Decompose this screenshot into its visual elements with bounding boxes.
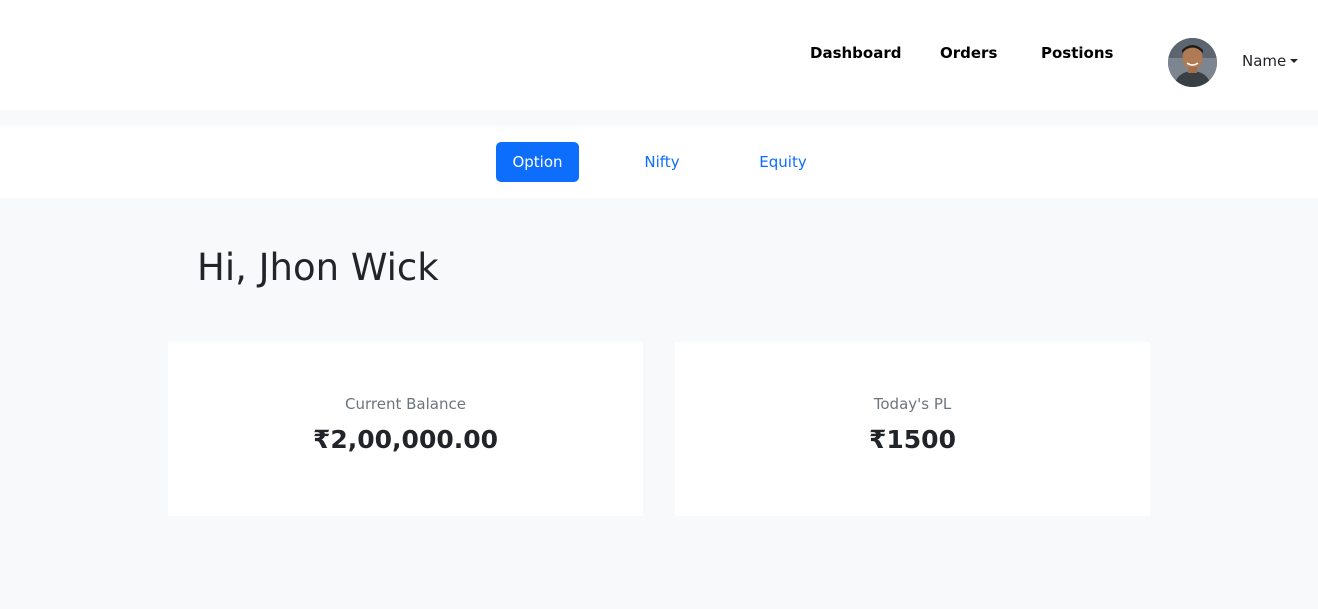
tab-equity[interactable]: Equity (743, 142, 823, 182)
caret-down-icon (1290, 59, 1299, 63)
user-name-label: Name (1242, 52, 1287, 70)
user-avatar-icon (1168, 38, 1217, 87)
user-avatar[interactable] (1168, 38, 1217, 87)
user-name-dropdown[interactable]: Name (1242, 52, 1299, 70)
todays-pl-value: ₹1500 (869, 425, 956, 454)
tab-nifty[interactable]: Nifty (623, 142, 701, 182)
top-navbar: Dashboard Orders Postions Name (0, 0, 1318, 110)
tab-option[interactable]: Option (496, 142, 579, 182)
nav-link-positions[interactable]: Postions (1041, 44, 1113, 62)
current-balance-label: Current Balance (345, 395, 466, 413)
greeting-heading: Hi, Jhon Wick (197, 246, 439, 289)
todays-pl-label: Today's PL (873, 395, 952, 413)
todays-pl-card: Today's PL ₹1500 (675, 342, 1150, 516)
nav-link-orders[interactable]: Orders (940, 44, 997, 62)
nav-link-dashboard[interactable]: Dashboard (810, 44, 901, 62)
current-balance-value: ₹2,00,000.00 (312, 425, 499, 454)
instrument-tabs: Option Nifty Equity (0, 126, 1318, 198)
current-balance-card: Current Balance ₹2,00,000.00 (168, 342, 643, 516)
